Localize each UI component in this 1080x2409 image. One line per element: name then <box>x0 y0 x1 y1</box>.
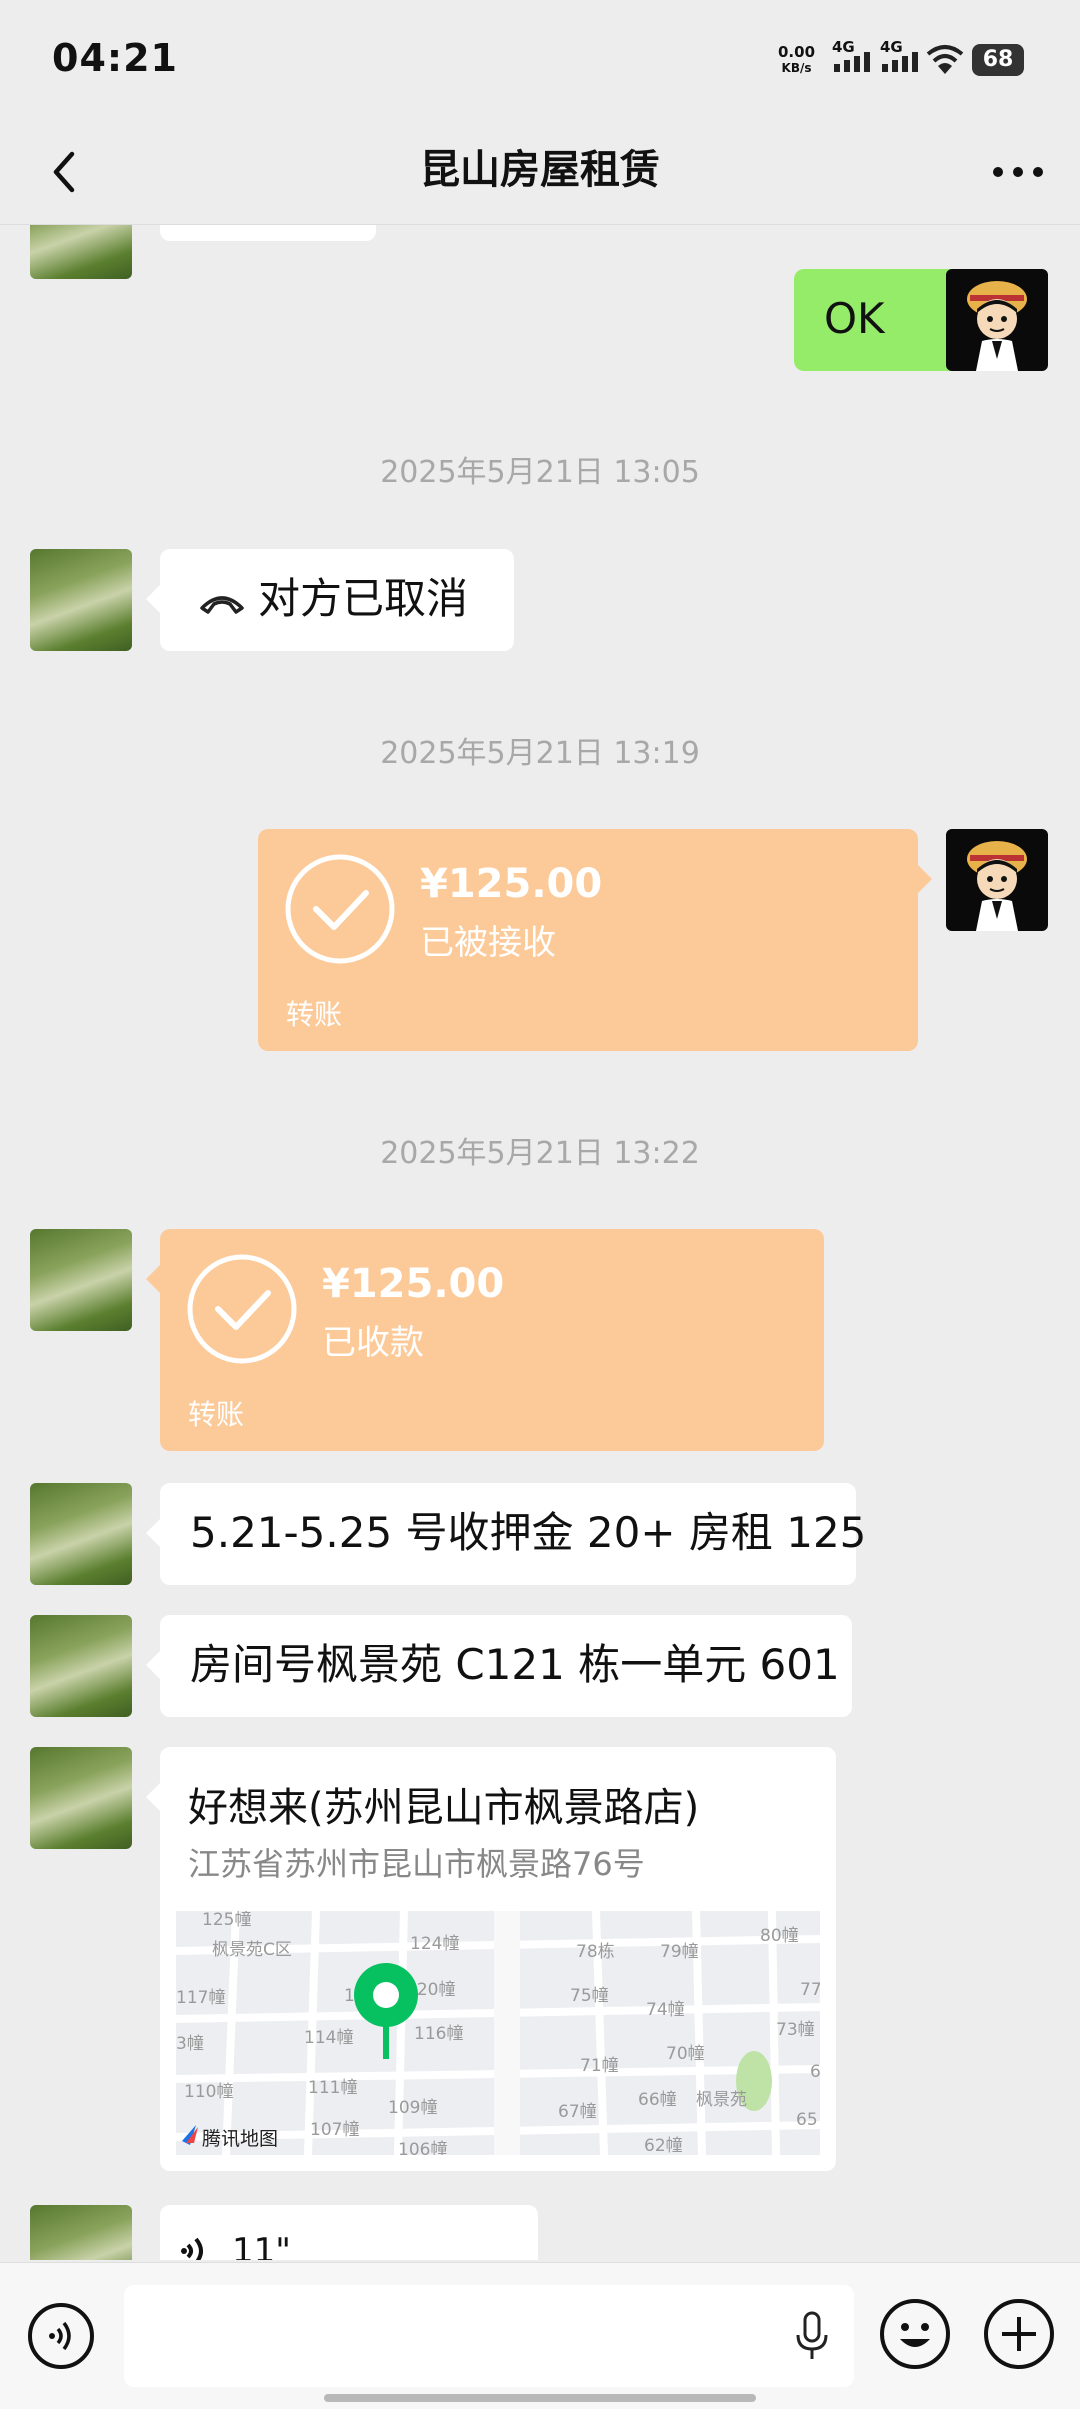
message-bubble-received[interactable]: 房间号枫景苑 C121 栋一单元 601 <box>146 1615 852 1717</box>
svg-text:78栋: 78栋 <box>576 1942 615 1962</box>
svg-text:62幢: 62幢 <box>644 2136 683 2155</box>
svg-text:114幢: 114幢 <box>304 2028 353 2048</box>
luffy-avatar-icon <box>967 281 1027 371</box>
status-bar: 04:21 0.00 KB/s 4G 4G 68 <box>0 0 1080 120</box>
voice-message-bubble[interactable]: 11" <box>160 2205 538 2260</box>
svg-text:80幢: 80幢 <box>760 1926 799 1946</box>
home-indicator[interactable] <box>324 2394 756 2402</box>
my-avatar[interactable] <box>946 829 1048 931</box>
timestamp: 2025年5月21日 13:05 <box>380 455 700 490</box>
chat-messages[interactable]: OK 2025年5月21日 13:05 对方已取消 2025年5月21日 13:… <box>0 225 1080 2260</box>
voice-wave-icon <box>181 2237 203 2260</box>
svg-text:106幢: 106幢 <box>398 2140 447 2155</box>
plus-icon <box>1002 2317 1036 2351</box>
contact-avatar[interactable] <box>30 1229 132 1331</box>
svg-text:109幢: 109幢 <box>388 2098 437 2118</box>
voice-input-button[interactable] <box>28 2303 94 2369</box>
svg-text:79幢: 79幢 <box>660 1942 699 1962</box>
svg-text:73幢: 73幢 <box>776 2020 815 2040</box>
more-options-icon[interactable] <box>986 150 1050 194</box>
svg-text:117幢: 117幢 <box>176 1988 225 2008</box>
location-address: 江苏省苏州市昆山市枫景路76号 <box>188 1845 645 1883</box>
svg-text:3幢: 3幢 <box>176 2034 204 2054</box>
svg-text:110幢: 110幢 <box>184 2082 233 2102</box>
svg-text:70幢: 70幢 <box>666 2044 705 2064</box>
message-bubble-received[interactable]: 5.21-5.25 号收押金 20+ 房租 125 <box>146 1483 866 1585</box>
smiley-icon <box>900 2323 930 2347</box>
message-bubble-sent[interactable]: OK <box>794 269 976 371</box>
my-avatar[interactable] <box>946 269 1048 371</box>
contact-avatar[interactable] <box>30 225 132 279</box>
contact-avatar[interactable] <box>30 1747 132 1849</box>
contact-avatar[interactable] <box>30 2205 132 2260</box>
wifi-icon <box>926 45 964 74</box>
contact-avatar[interactable] <box>30 1483 132 1585</box>
transfer-status: 已收款 <box>322 1323 424 1363</box>
voice-duration: 11" <box>232 2231 291 2260</box>
network-speed: 0.00 KB/s <box>778 43 816 75</box>
call-cancelled-bubble[interactable]: 对方已取消 <box>146 549 514 651</box>
voice-mode-icon <box>49 2321 71 2351</box>
timestamp: 2025年5月21日 13:22 <box>380 1136 700 1171</box>
svg-text:66幢: 66幢 <box>638 2090 677 2110</box>
transfer-status: 已被接收 <box>420 923 556 963</box>
transfer-amount: ¥125.00 <box>420 861 603 907</box>
status-time: 04:21 <box>52 36 178 80</box>
svg-text:6: 6 <box>810 2062 820 2082</box>
svg-text:74幢: 74幢 <box>646 2000 685 2020</box>
check-circle-icon <box>187 1254 297 1364</box>
message-input[interactable] <box>124 2285 854 2387</box>
svg-text:124幢: 124幢 <box>410 1934 459 1954</box>
svg-text:67幢: 67幢 <box>558 2102 597 2122</box>
svg-text:枫景苑C区: 枫景苑C区 <box>212 1940 292 1960</box>
location-card[interactable]: 好想来(苏州昆山市枫景路店) 江苏省苏州市昆山市枫景路76号 125幢 枫景苑C… <box>146 1747 836 2171</box>
more-functions-button[interactable] <box>984 2299 1054 2369</box>
signal-bars-1-icon <box>834 52 870 72</box>
svg-text:65: 65 <box>796 2110 818 2130</box>
partial-message <box>160 225 376 241</box>
chat-header: 昆山房屋租赁 <box>0 120 1080 225</box>
chat-title: 昆山房屋租赁 <box>420 147 660 193</box>
transfer-card-sent[interactable]: ¥125.00 已被接收 转账 <box>258 829 932 1051</box>
svg-text:75幢: 75幢 <box>570 1986 609 2006</box>
transfer-label: 转账 <box>188 1398 245 1431</box>
transfer-card-received[interactable]: ¥125.00 已收款 转账 <box>146 1229 824 1451</box>
contact-avatar[interactable] <box>30 549 132 651</box>
svg-text:71幢: 71幢 <box>580 2056 619 2076</box>
microphone-icon[interactable] <box>792 2311 832 2361</box>
signal-bars-2-icon <box>882 52 918 72</box>
timestamp: 2025年5月21日 13:19 <box>380 736 700 771</box>
input-bar <box>0 2262 1080 2409</box>
transfer-amount: ¥125.00 <box>322 1261 505 1307</box>
phone-hangup-icon <box>200 595 244 614</box>
svg-text:77: 77 <box>800 1980 820 2000</box>
svg-text:116幢: 116幢 <box>414 2024 463 2044</box>
svg-text:125幢: 125幢 <box>202 1911 251 1930</box>
battery-icon: 68 <box>972 44 1024 76</box>
svg-text:枫景苑: 枫景苑 <box>696 2090 747 2110</box>
map-thumbnail: 125幢 枫景苑C区 124幢 78栋 79幢 80幢 117幢 118幢 12… <box>176 1911 820 2155</box>
transfer-label: 转账 <box>286 998 343 1031</box>
svg-text:腾讯地图: 腾讯地图 <box>202 2128 278 2150</box>
contact-avatar[interactable] <box>30 1615 132 1717</box>
svg-text:107幢: 107幢 <box>310 2120 359 2140</box>
check-circle-icon <box>285 854 395 964</box>
emoji-button[interactable] <box>880 2299 950 2369</box>
svg-text:111幢: 111幢 <box>308 2078 357 2098</box>
location-name: 好想来(苏州昆山市枫景路店) <box>188 1785 700 1831</box>
luffy-avatar-icon <box>967 841 1027 931</box>
